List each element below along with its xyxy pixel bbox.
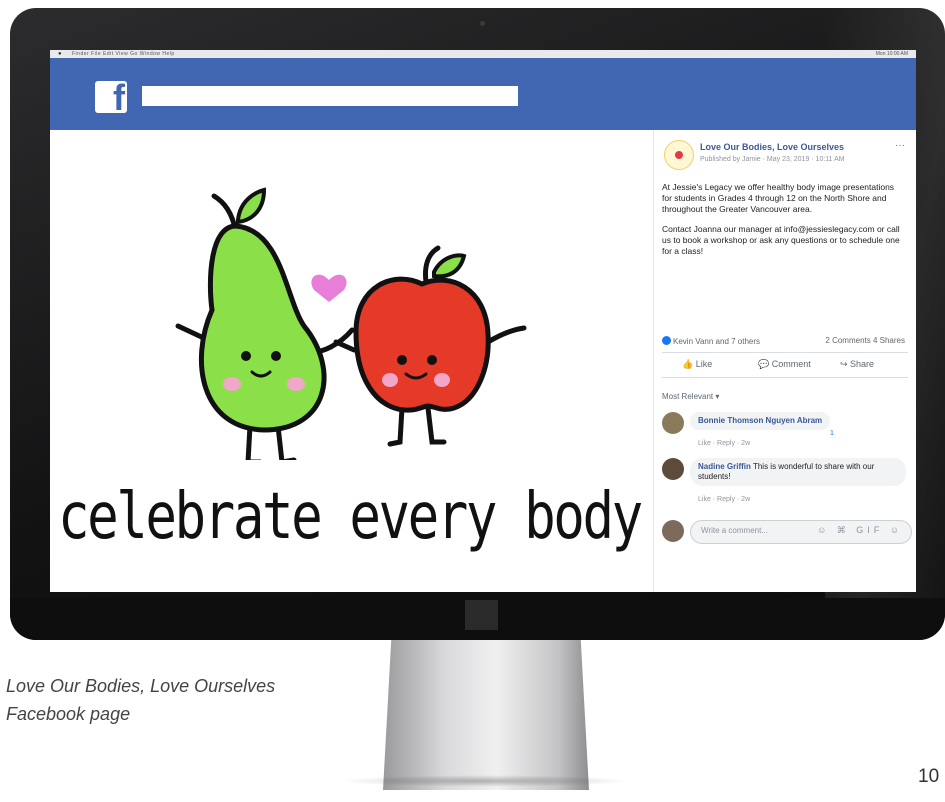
like-reaction-icon (662, 336, 671, 345)
post-paragraph-2: Contact Joanna our manager at info@jessi… (662, 224, 900, 256)
search-input[interactable] (142, 86, 518, 106)
post-meta: Published by Jamie · May 23, 2019 · 10:1… (700, 156, 845, 163)
pear-right-leg (275, 423, 297, 465)
commenter-avatar[interactable] (662, 458, 684, 480)
post-actions: 👍 Like 💬 Comment ↪ Share (662, 352, 908, 378)
monitor-stand (383, 640, 589, 790)
apple-right-leg (425, 405, 447, 445)
comment-reaction-count[interactable]: 1 (830, 430, 834, 437)
facebook-logo-letter: f (113, 81, 125, 113)
fruit-illustration (175, 187, 527, 465)
image-caption: celebrate every body. (58, 480, 672, 554)
comment-sort-dropdown[interactable]: Most Relevant ▾ (662, 392, 719, 401)
apple-left-eye (397, 355, 407, 365)
facebook-header: f (50, 58, 916, 130)
menubar-clock: Mon 10:00 AM (875, 51, 908, 57)
facebook-logo-icon[interactable]: f (95, 81, 127, 113)
post-sidebar: Love Our Bodies, Love Ourselves Publishe… (653, 130, 916, 592)
apple-right-eye (427, 355, 437, 365)
user-avatar (662, 520, 684, 542)
mac-menubar: ● Finder File Edit View Go Window Help M… (50, 50, 916, 58)
comment-bubble: Nadine Griffin This is wonderful to shar… (690, 458, 906, 486)
reactions-summary[interactable]: Kevin Vann and 7 others (662, 336, 760, 346)
comment-button[interactable]: 💬 Comment (758, 359, 811, 370)
commenter-name[interactable]: Nadine Griffin (698, 462, 751, 471)
like-button[interactable]: 👍 Like (682, 359, 712, 370)
share-button[interactable]: ↪ Share (840, 359, 874, 370)
comment-input[interactable]: Write a comment... ☺ ⌘ GIF ☺ (690, 520, 912, 544)
apple-leaf (432, 253, 467, 279)
comment-actions[interactable]: Like · Reply · 2w (698, 440, 750, 447)
figure-caption: Love Our Bodies, Love Ourselves Facebook… (6, 672, 275, 728)
pear-leaf (236, 187, 267, 225)
pear-body (198, 223, 327, 433)
heart-icon (311, 274, 347, 302)
comment-actions[interactable]: Like · Reply · 2w (698, 496, 750, 503)
webcam (480, 21, 485, 26)
page-name[interactable]: Love Our Bodies, Love Ourselves (700, 142, 844, 152)
comment-share-counts[interactable]: 2 Comments 4 Shares (825, 336, 905, 345)
post-paragraph-1: At Jessie's Legacy we offer healthy body… (662, 182, 895, 214)
share-label: Share (850, 359, 875, 369)
apple-right-arm (485, 325, 527, 345)
pear-left-eye (241, 351, 251, 361)
more-options-icon[interactable]: ··· (895, 140, 905, 151)
page-avatar[interactable] (664, 140, 694, 170)
like-label: Like (695, 359, 713, 369)
comment-tool-icons[interactable]: ☺ ⌘ GIF ☺ (817, 525, 903, 536)
pear-right-cheek (287, 377, 305, 391)
apple-icon[interactable]: ● (58, 50, 62, 58)
apple-left-leg (387, 405, 405, 447)
reactions-text: Kevin Vann and 7 others (673, 337, 761, 346)
pear-right-eye (271, 351, 281, 361)
comment-label: Comment (771, 359, 811, 369)
monitor-logo (465, 600, 498, 630)
commenter-avatar[interactable] (662, 412, 684, 434)
menubar-items[interactable]: Finder File Edit View Go Window Help (72, 50, 175, 58)
commenter-name[interactable]: Bonnie Thomson Nguyen Abram (698, 416, 822, 425)
write-comment: Write a comment... ☺ ⌘ GIF ☺ (662, 518, 912, 546)
stand-shadow (340, 775, 630, 787)
pear-left-cheek (223, 377, 241, 391)
post-image[interactable]: celebrate every body. (50, 130, 672, 592)
post-text: At Jessie's Legacy we offer healthy body… (662, 182, 906, 266)
comment-placeholder: Write a comment... (701, 526, 768, 535)
apple-right-cheek (434, 373, 450, 387)
apple-left-cheek (382, 373, 398, 387)
apple-left-arm (333, 339, 357, 353)
screen: ● Finder File Edit View Go Window Help M… (50, 50, 916, 592)
figure-caption-line-1: Love Our Bodies, Love Ourselves (6, 676, 276, 696)
apple-body (353, 276, 491, 413)
figure-caption-line-2: Facebook page (6, 704, 131, 724)
page-number: 10 (918, 766, 940, 787)
comment-bubble: Bonnie Thomson Nguyen Abram (690, 412, 831, 430)
